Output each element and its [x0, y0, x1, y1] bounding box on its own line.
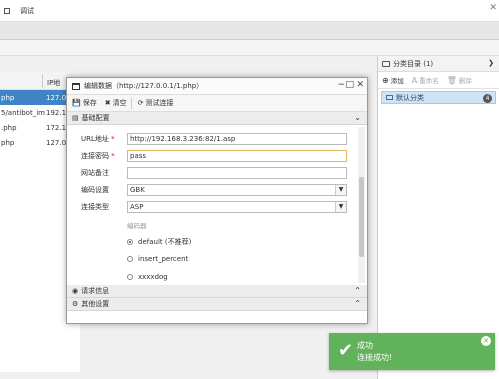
- encoder-legend: 编码器: [127, 222, 147, 230]
- note-input[interactable]: [127, 167, 347, 179]
- add-category-button[interactable]: ⊕ 添加: [378, 75, 408, 86]
- chevron-right-icon[interactable]: ❯: [488, 59, 494, 67]
- toast-title: 成功: [357, 341, 373, 350]
- encoding-label: 编码设置: [81, 186, 109, 194]
- dialog-title: 编辑数据（http://127.0.0.1/1.php）: [84, 82, 204, 90]
- category-toolbar: ⊕ 添加 A 重命名 🗑 删除: [378, 72, 499, 89]
- close-icon[interactable]: ✕: [481, 336, 491, 346]
- encoder-option-default[interactable]: default (不推荐): [127, 237, 191, 247]
- delete-category-button[interactable]: 🗑 删除: [443, 75, 476, 86]
- save-button[interactable]: 💾 保存: [72, 98, 97, 108]
- chevron-down-icon[interactable]: ▼: [335, 202, 346, 212]
- category-count-badge: 4: [483, 94, 492, 103]
- category-item-label: 默认分类: [396, 93, 424, 102]
- x-icon: ✖: [104, 99, 111, 107]
- category-item-default[interactable]: 默认分类 4: [381, 91, 496, 104]
- password-label: 连接密码 *: [81, 152, 115, 160]
- plus-circle-icon: ⊕: [382, 75, 389, 85]
- column-header-ip[interactable]: IP地: [47, 78, 60, 88]
- encoder-option-insert-percent[interactable]: insert_percent: [127, 255, 188, 263]
- section-other-settings[interactable]: ⚙ 其他设置 ⌃: [67, 298, 367, 311]
- radio-icon[interactable]: [127, 274, 133, 280]
- url-input[interactable]: http://192.168.3.236:82/1.asp: [127, 133, 347, 145]
- chevron-up-icon[interactable]: ⌃: [354, 299, 361, 308]
- gears-icon: ⚙: [72, 300, 79, 308]
- section-request-info[interactable]: ◉ 请求信息 ⌃: [67, 285, 367, 298]
- window-icon: [4, 7, 10, 14]
- category-panel-header[interactable]: 分类目录 (1) ❯: [378, 56, 499, 72]
- category-panel: 分类目录 (1) ❯ ⊕ 添加 A 重命名 🗑 删除 默认分类 4: [377, 56, 499, 379]
- window-icon: [72, 82, 80, 90]
- success-toast: ✔ 成功 连接成功! ✕: [329, 333, 495, 370]
- list-icon: ▤: [72, 114, 79, 122]
- font-icon: A: [411, 75, 418, 85]
- column-divider[interactable]: [42, 74, 43, 88]
- menu-item-debug[interactable]: 调试: [16, 6, 38, 16]
- close-icon[interactable]: ✕: [356, 80, 364, 90]
- connection-type-label: 连接类型: [81, 203, 109, 211]
- scrollbar-thumb[interactable]: [359, 177, 364, 257]
- test-connection-button[interactable]: ⟳ 测试连接: [138, 98, 174, 108]
- spinner-icon: ⟳: [137, 99, 144, 107]
- rename-category-button[interactable]: A 重命名: [408, 75, 443, 86]
- globe-icon: ◉: [72, 287, 79, 295]
- chevron-up-icon[interactable]: ⌃: [354, 286, 361, 295]
- close-tab-icon[interactable]: ✕: [489, 3, 497, 13]
- menubar: 调试 ✕: [0, 0, 499, 22]
- check-icon: ✔: [338, 340, 354, 361]
- note-label: 网站备注: [81, 169, 109, 177]
- folder-icon: [382, 60, 390, 67]
- main-toolbar: [0, 40, 499, 56]
- basic-config-form: URL地址 * http://192.168.3.236:82/1.asp 连接…: [67, 125, 367, 285]
- maximize-icon[interactable]: □: [345, 80, 354, 90]
- save-icon: 💾: [72, 99, 81, 107]
- url-label: URL地址 *: [81, 135, 115, 143]
- edit-data-dialog: 编辑数据（http://127.0.0.1/1.php） − □ ✕ 💾 保存 ✖…: [66, 77, 368, 324]
- toolbar-divider: [130, 97, 132, 109]
- chevron-down-icon[interactable]: ⌄: [354, 113, 361, 122]
- radio-selected-icon[interactable]: [127, 239, 133, 245]
- encoder-option-xxxxdog[interactable]: xxxxdog: [127, 273, 168, 281]
- minimize-icon[interactable]: −: [337, 80, 345, 90]
- clear-button[interactable]: ✖ 清空: [105, 98, 127, 108]
- connection-type-select[interactable]: ASP ▼: [127, 201, 347, 213]
- menu-item-window[interactable]: [0, 7, 16, 15]
- dialog-titlebar[interactable]: 编辑数据（http://127.0.0.1/1.php） − □ ✕: [67, 78, 367, 95]
- encoding-select[interactable]: GBK ▼: [127, 184, 347, 196]
- section-basic-config[interactable]: ▤ 基础配置 ⌄: [67, 112, 367, 125]
- toast-message: 连接成功!: [357, 353, 393, 362]
- form-scrollbar[interactable]: [358, 127, 365, 283]
- category-panel-title: 分类目录 (1): [393, 59, 434, 68]
- folder-icon: [386, 95, 393, 100]
- password-input[interactable]: pass: [127, 150, 347, 162]
- chevron-down-icon[interactable]: ▼: [335, 185, 346, 195]
- radio-icon[interactable]: [127, 256, 133, 262]
- dialog-toolbar: 💾 保存 ✖ 清空 ⟳ 测试连接: [67, 95, 367, 112]
- trash-icon: 🗑: [446, 75, 457, 85]
- tab-bar: [0, 22, 499, 40]
